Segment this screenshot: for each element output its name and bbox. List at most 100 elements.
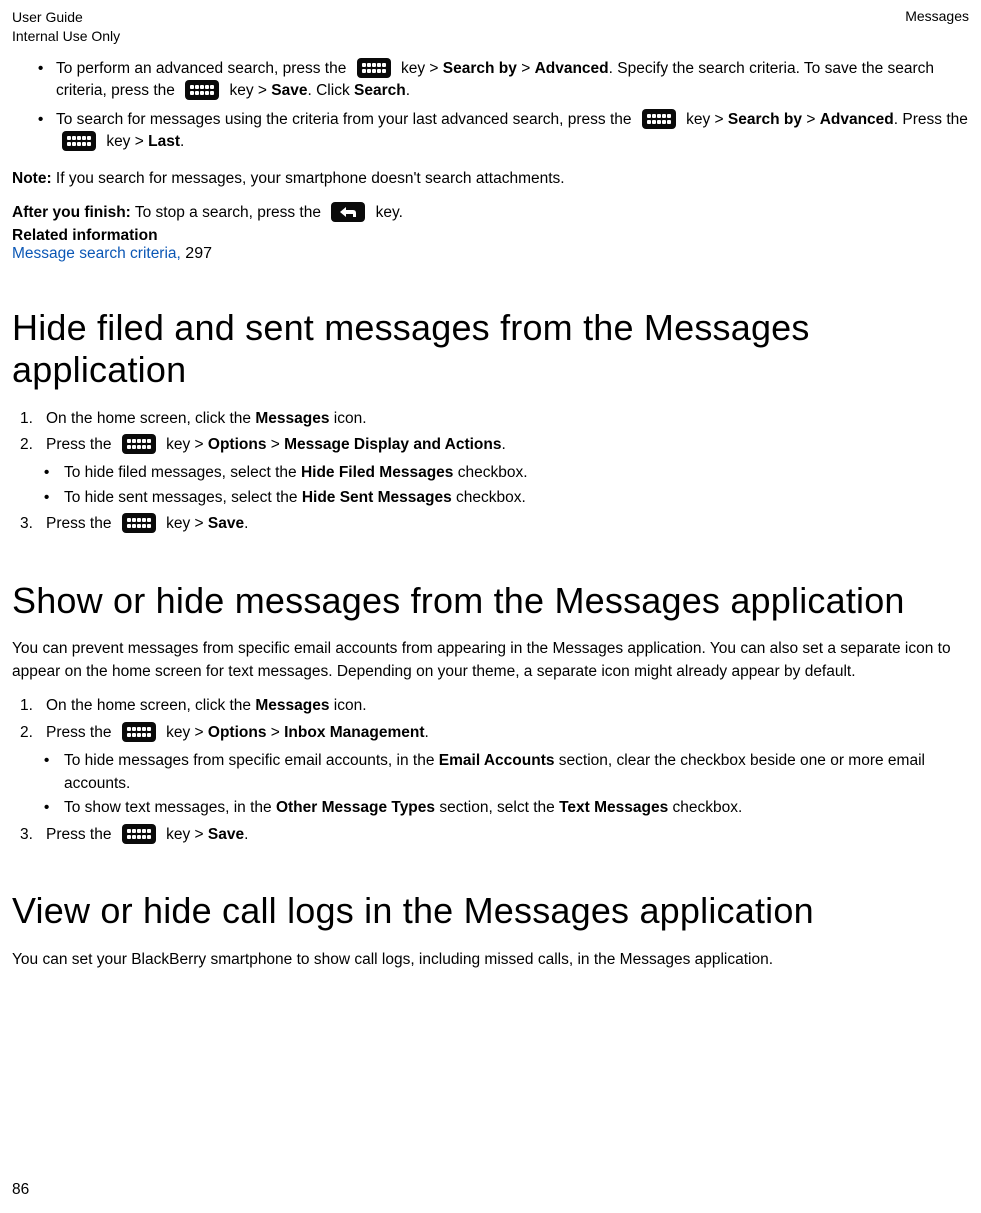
- text: >: [802, 111, 820, 128]
- section1-sub-bullet-1: To hide filed messages, select the Hide …: [44, 462, 969, 484]
- after-finish-label: After you finish:: [12, 204, 131, 221]
- text: .: [406, 82, 410, 99]
- section1-steps: On the home screen, click the Messages i…: [12, 408, 969, 457]
- menu-key-icon: [122, 513, 156, 533]
- inbox-management-label: Inbox Management: [284, 724, 424, 741]
- header-subtitle: Internal Use Only: [12, 27, 120, 46]
- text: To show text messages, in the: [64, 799, 276, 816]
- text: key >: [166, 724, 208, 741]
- section1-step-2: Press the key > Options > Message Displa…: [12, 434, 969, 456]
- note-text: If you search for messages, your smartph…: [52, 170, 565, 187]
- header-left: User Guide Internal Use Only: [12, 8, 120, 46]
- text: >: [266, 724, 284, 741]
- header-title: User Guide: [12, 8, 120, 27]
- message-display-actions-label: Message Display and Actions: [284, 436, 501, 453]
- options-label: Options: [208, 724, 267, 741]
- menu-key-icon: [122, 824, 156, 844]
- section2-step-1: On the home screen, click the Messages i…: [12, 695, 969, 717]
- menu-key-icon: [642, 109, 676, 129]
- related-link-row: Message search criteria, 297: [12, 245, 969, 263]
- text: key >: [166, 515, 208, 532]
- text: key.: [376, 204, 403, 221]
- header-chapter: Messages: [905, 8, 969, 24]
- section1-steps-cont: Press the key > Save.: [12, 513, 969, 535]
- last-label: Last: [148, 133, 180, 150]
- note-paragraph: Note: If you search for messages, your s…: [12, 168, 969, 190]
- text: To hide messages from specific email acc…: [64, 752, 439, 769]
- related-link[interactable]: Message search criteria,: [12, 245, 181, 262]
- after-finish-paragraph: After you finish: To stop a search, pres…: [12, 202, 969, 224]
- search-label: Search: [354, 82, 406, 99]
- text: key >: [401, 60, 443, 77]
- page-number: 86: [12, 1181, 29, 1199]
- related-page-ref: 297: [181, 245, 212, 262]
- text: Press the: [46, 436, 116, 453]
- text: .: [425, 724, 429, 741]
- text: .: [244, 515, 248, 532]
- text: On the home screen, click the: [46, 410, 255, 427]
- hide-filed-messages-label: Hide Filed Messages: [301, 464, 453, 481]
- text: key >: [106, 133, 148, 150]
- search-by-label: Search by: [728, 111, 802, 128]
- menu-key-icon: [357, 58, 391, 78]
- text: key >: [166, 436, 208, 453]
- intro-bullet-list: To perform an advanced search, press the…: [12, 58, 969, 154]
- section2-steps-cont: Press the key > Save.: [12, 824, 969, 846]
- text: checkbox.: [452, 489, 526, 506]
- section2-step-3: Press the key > Save.: [12, 824, 969, 846]
- email-accounts-label: Email Accounts: [439, 752, 555, 769]
- note-label: Note:: [12, 170, 52, 187]
- text: Press the: [46, 515, 116, 532]
- advanced-label: Advanced: [535, 60, 609, 77]
- section-heading-show-hide-messages: Show or hide messages from the Messages …: [12, 580, 969, 622]
- menu-key-icon: [122, 434, 156, 454]
- text: To search for messages using the criteri…: [56, 111, 636, 128]
- text: checkbox.: [453, 464, 527, 481]
- section2-sub-bullet-2: To show text messages, in the Other Mess…: [44, 797, 969, 819]
- save-label: Save: [208, 515, 244, 532]
- text: key >: [686, 111, 728, 128]
- text: key >: [166, 826, 208, 843]
- page-header: User Guide Internal Use Only Messages: [0, 0, 981, 50]
- related-information-label: Related information: [12, 227, 969, 245]
- menu-key-icon: [62, 131, 96, 151]
- section2-step-2: Press the key > Options > Inbox Manageme…: [12, 722, 969, 744]
- options-label: Options: [208, 436, 267, 453]
- intro-bullet-1: To perform an advanced search, press the…: [38, 58, 969, 103]
- page-container: User Guide Internal Use Only Messages To…: [0, 0, 981, 1213]
- section1-step-3: Press the key > Save.: [12, 513, 969, 535]
- section2-sub-bullets: To hide messages from specific email acc…: [12, 750, 969, 819]
- text-messages-label: Text Messages: [559, 799, 668, 816]
- section2-steps: On the home screen, click the Messages i…: [12, 695, 969, 744]
- page-content: To perform an advanced search, press the…: [0, 50, 981, 971]
- text: icon.: [329, 697, 366, 714]
- section1-sub-bullet-2: To hide sent messages, select the Hide S…: [44, 487, 969, 509]
- other-message-types-label: Other Message Types: [276, 799, 435, 816]
- hide-sent-messages-label: Hide Sent Messages: [302, 489, 452, 506]
- text: Press the: [46, 826, 116, 843]
- messages-label: Messages: [255, 410, 329, 427]
- search-by-label: Search by: [443, 60, 517, 77]
- section3-description: You can set your BlackBerry smartphone t…: [12, 949, 969, 971]
- text: section, selct the: [435, 799, 559, 816]
- text: To hide sent messages, select the: [64, 489, 302, 506]
- text: .: [501, 436, 505, 453]
- text: >: [517, 60, 535, 77]
- section2-sub-bullet-1: To hide messages from specific email acc…: [44, 750, 969, 795]
- save-label: Save: [271, 82, 307, 99]
- text: To perform an advanced search, press the: [56, 60, 351, 77]
- text: .: [180, 133, 184, 150]
- section-heading-hide-filed-sent: Hide filed and sent messages from the Me…: [12, 307, 969, 392]
- section-heading-call-logs: View or hide call logs in the Messages a…: [12, 890, 969, 932]
- section1-sub-bullets: To hide filed messages, select the Hide …: [12, 462, 969, 509]
- text: . Press the: [894, 111, 968, 128]
- intro-bullet-2: To search for messages using the criteri…: [38, 109, 969, 154]
- text: key >: [230, 82, 272, 99]
- text: To hide filed messages, select the: [64, 464, 301, 481]
- section2-description: You can prevent messages from specific e…: [12, 638, 969, 683]
- back-key-icon: [331, 202, 365, 222]
- text: To stop a search, press the: [131, 204, 325, 221]
- advanced-label: Advanced: [820, 111, 894, 128]
- menu-key-icon: [185, 80, 219, 100]
- text: . Click: [308, 82, 355, 99]
